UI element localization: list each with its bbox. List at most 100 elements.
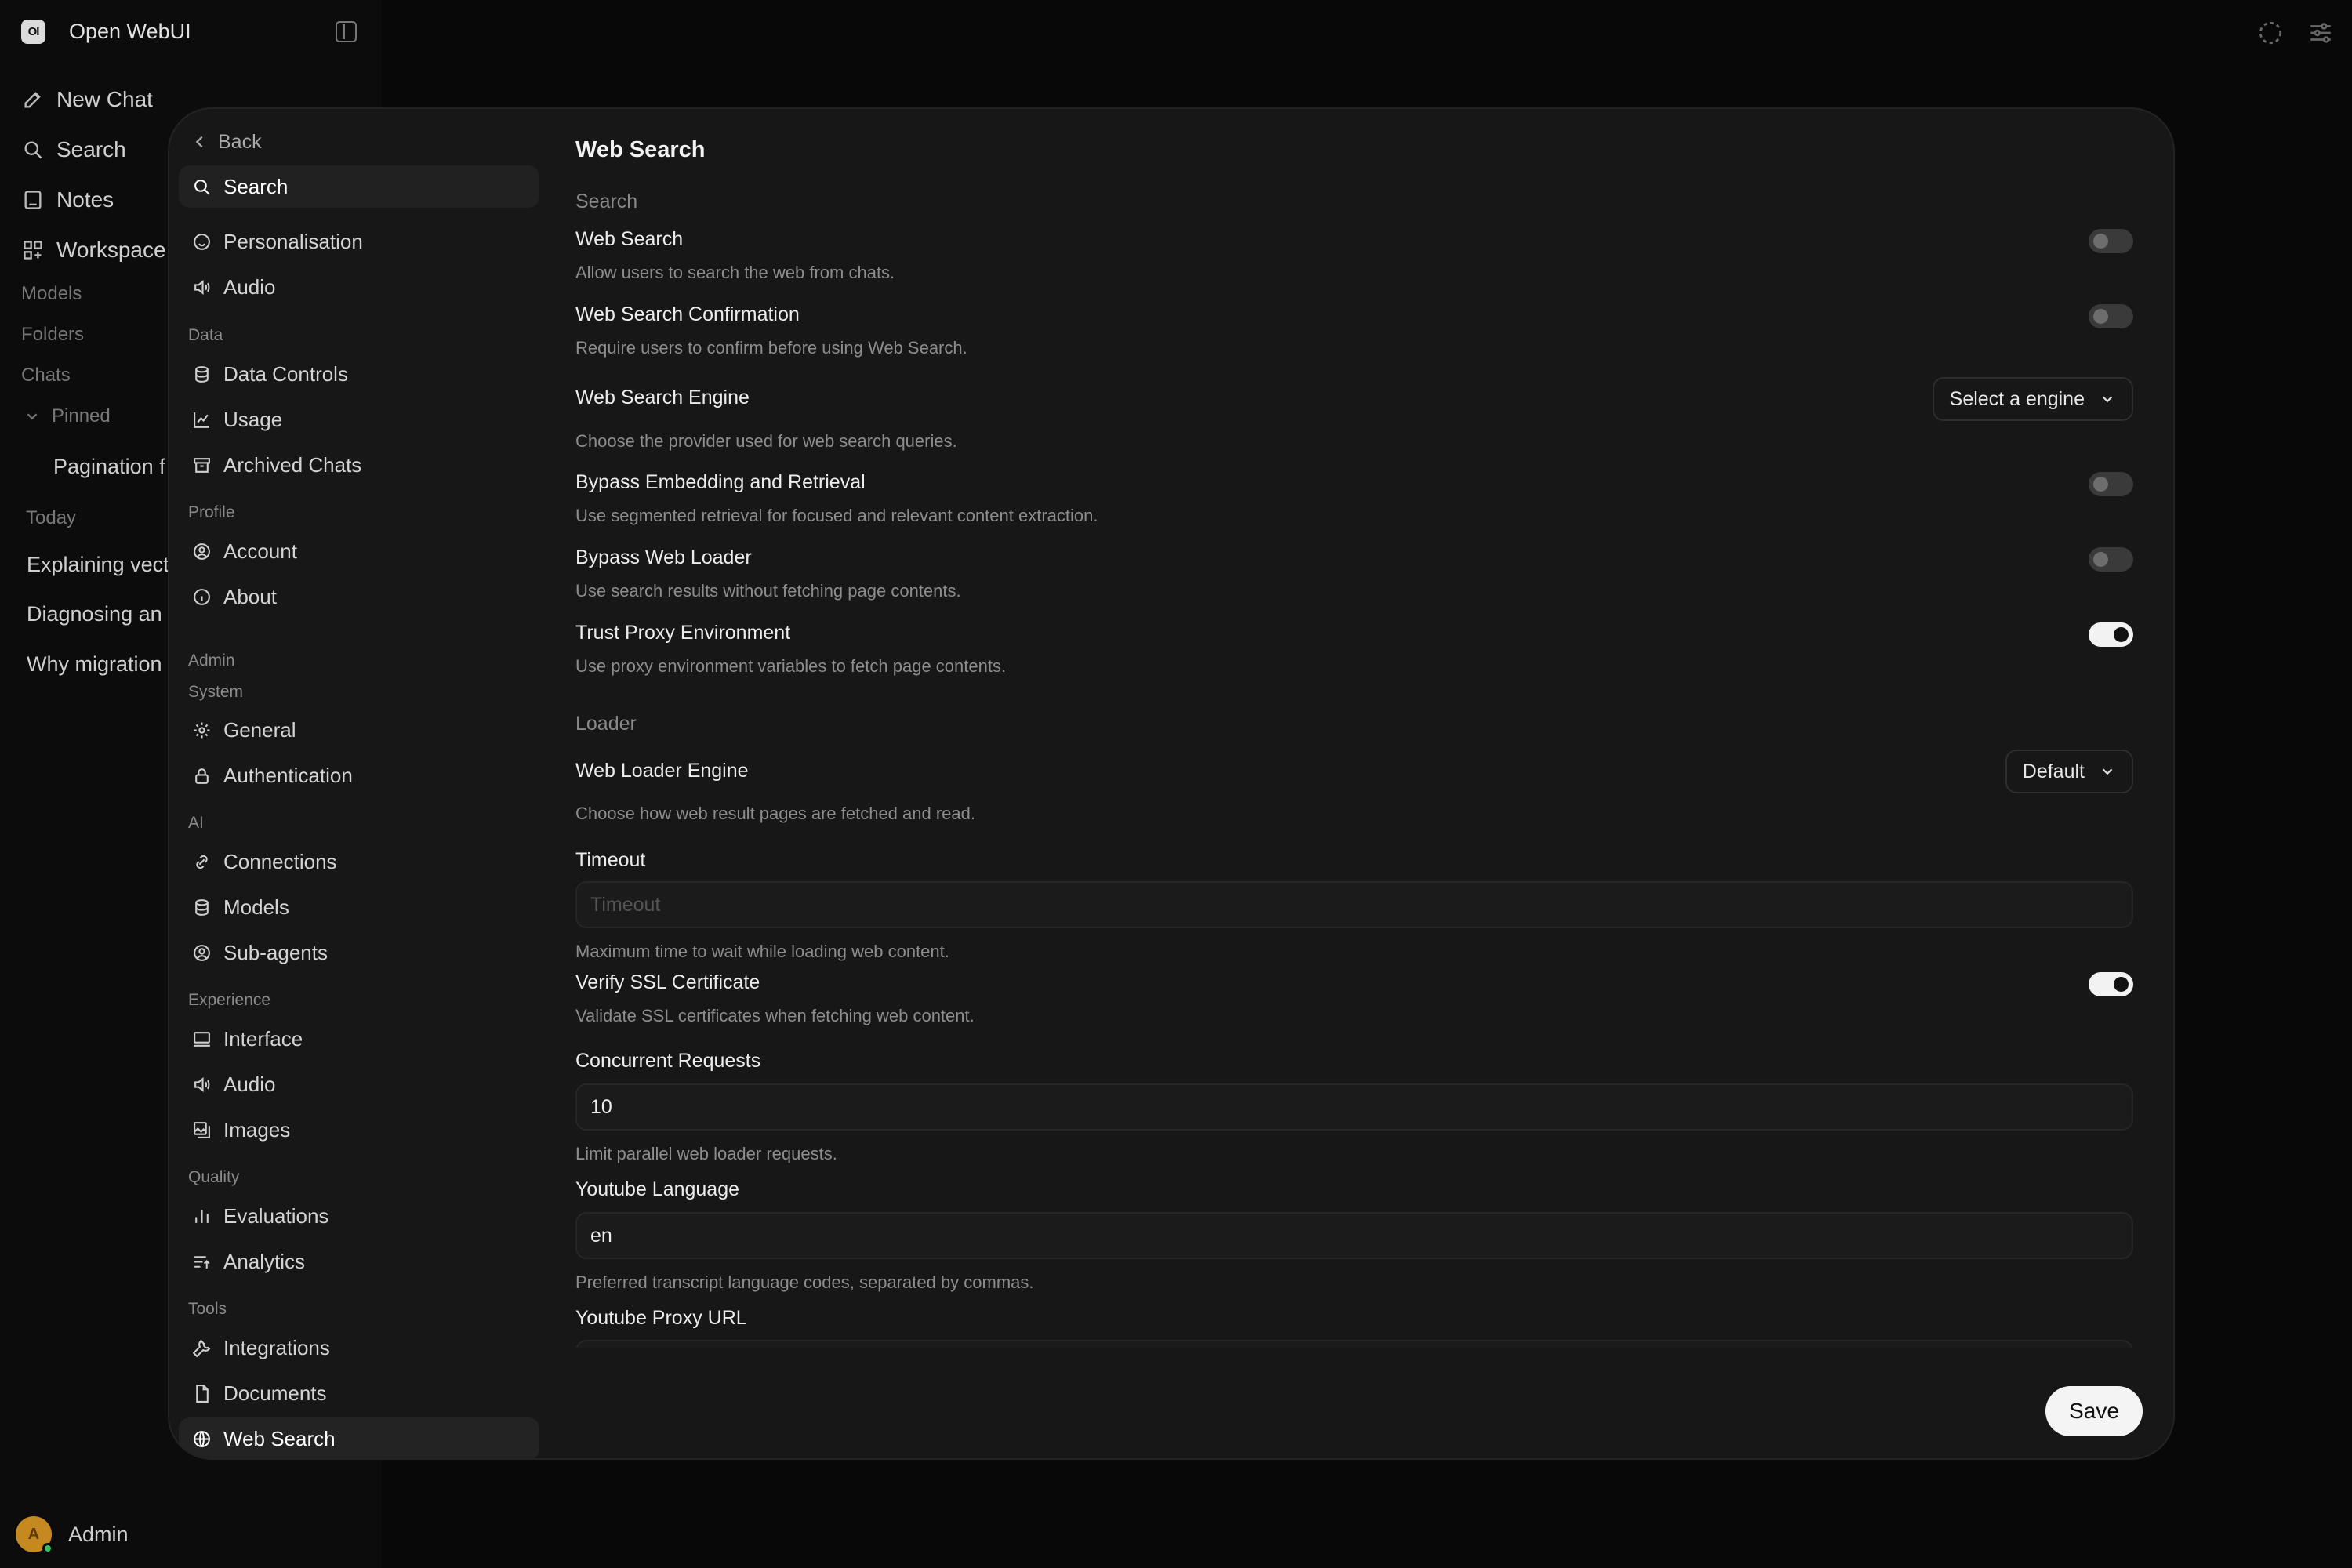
nav-item-usage[interactable]: Usage — [179, 398, 539, 441]
engine-desc: Choose the provider used for web search … — [575, 431, 957, 451]
confirmation-desc: Require users to confirm before using We… — [575, 338, 967, 358]
sliders-icon[interactable] — [2307, 19, 2335, 47]
nav-item-authentication[interactable]: Authentication — [179, 754, 539, 797]
nav-item-connections[interactable]: Connections — [179, 840, 539, 883]
trust-proxy-toggle[interactable] — [2089, 622, 2133, 647]
settings-scroll-area[interactable]: Web Search Search Web Search Allow users… — [575, 109, 2133, 1348]
nav-label: Audio — [223, 1072, 276, 1096]
timeout-input[interactable]: Timeout — [575, 881, 2133, 928]
nav-item-evaluations[interactable]: Evaluations — [179, 1195, 539, 1237]
nav-label: Web Search — [223, 1426, 336, 1450]
nav-label: Account — [223, 539, 297, 563]
nav-item-documents[interactable]: Documents — [179, 1372, 539, 1414]
settings-content: Web Search Search Web Search Allow users… — [544, 109, 2173, 1458]
bypass-loader-toggle[interactable] — [2089, 547, 2133, 572]
models-section[interactable]: Models — [21, 283, 82, 305]
nav-item-archived-chats[interactable]: Archived Chats — [179, 444, 539, 486]
pencil-icon — [21, 88, 45, 111]
concurrent-desc: Limit parallel web loader requests. — [575, 1144, 837, 1163]
loading-icon[interactable] — [2256, 19, 2285, 47]
nav-section-experience: Experience — [188, 991, 271, 1009]
nav-label: Integrations — [223, 1335, 330, 1359]
notes-label: Notes — [56, 187, 114, 212]
timeout-title: Timeout — [575, 849, 646, 871]
timeout-desc: Maximum time to wait while loading web c… — [575, 942, 949, 961]
monitor-icon — [191, 1028, 212, 1050]
nav-item-web-search[interactable]: Web Search — [179, 1417, 539, 1458]
brand-logo: OI — [21, 20, 45, 44]
save-button[interactable]: Save — [2045, 1386, 2143, 1436]
verify-ssl-toggle[interactable] — [2089, 972, 2133, 996]
nav-item-interface[interactable]: Interface — [179, 1018, 539, 1060]
chat-item[interactable]: Why migration — [27, 652, 162, 677]
nav-label: Interface — [223, 1026, 303, 1051]
youtube-proxy-input[interactable] — [575, 1340, 2133, 1348]
user-name: Admin — [68, 1522, 129, 1546]
nav-item-personalisation[interactable]: Personalisation — [179, 220, 539, 263]
back-label: Back — [218, 130, 262, 153]
nav-label: Documents — [223, 1381, 327, 1405]
concurrent-input[interactable]: 10 — [575, 1083, 2133, 1131]
nav-label: Data Controls — [223, 361, 348, 386]
nav-item-general[interactable]: General — [179, 709, 539, 751]
new-chat-button[interactable]: New Chat — [21, 74, 166, 125]
avatar: A — [16, 1516, 53, 1554]
youtube-language-input[interactable]: en — [575, 1212, 2133, 1259]
settings-nav: Back Search Personalisation Audio Data D… — [169, 109, 544, 1458]
sidebar-toggle-icon[interactable] — [336, 21, 357, 42]
nav-item-integrations[interactable]: Integrations — [179, 1327, 539, 1369]
document-icon — [191, 1382, 212, 1404]
nav-item-audio[interactable]: Audio — [179, 266, 539, 308]
nav-item-data-controls[interactable]: Data Controls — [179, 353, 539, 395]
nav-section-tools: Tools — [188, 1300, 227, 1318]
nav-label: Usage — [223, 407, 283, 431]
nav-item-models[interactable]: Models — [179, 886, 539, 928]
lock-icon — [191, 764, 212, 786]
nav-item-sub-agents[interactable]: Sub-agents — [179, 931, 539, 974]
bypass-embedding-desc: Use segmented retrieval for focused and … — [575, 506, 1098, 525]
back-button[interactable]: Back — [191, 125, 262, 159]
nav-section-admin: Admin — [188, 652, 235, 670]
chats-section[interactable]: Chats — [21, 365, 71, 387]
folders-section[interactable]: Folders — [21, 324, 84, 346]
nav-label: Analytics — [223, 1249, 306, 1273]
nav-label: Connections — [223, 849, 337, 873]
notes-button[interactable]: Notes — [21, 175, 166, 225]
online-status-dot — [42, 1543, 53, 1554]
database-icon — [191, 363, 212, 385]
settings-modal: Back Search Personalisation Audio Data D… — [168, 107, 2175, 1460]
settings-search[interactable]: Search — [179, 165, 539, 208]
pinned-section[interactable]: Pinned — [24, 405, 111, 427]
engine-select[interactable]: Select a engine — [1932, 377, 2133, 421]
nav-item-account[interactable]: Account — [179, 530, 539, 572]
confirmation-title: Web Search Confirmation — [575, 303, 800, 325]
engine-title: Web Search Engine — [575, 387, 750, 408]
app-brand[interactable]: OI Open WebUI — [21, 20, 191, 44]
nav-label: Personalisation — [223, 229, 363, 253]
youtube-proxy-title: Youtube Proxy URL — [575, 1307, 747, 1329]
web-search-toggle[interactable] — [2089, 229, 2133, 253]
nav-item-about[interactable]: About — [179, 575, 539, 618]
nav-item-images[interactable]: Images — [179, 1109, 539, 1151]
nav-section-system: System — [188, 683, 244, 701]
chat-item[interactable]: Explaining vect — [27, 553, 169, 577]
user-menu[interactable]: A Admin — [16, 1516, 129, 1554]
chevron-down-icon — [27, 413, 38, 420]
trust-proxy-desc: Use proxy environment variables to fetch… — [575, 656, 1007, 676]
section-loader: Loader — [575, 713, 637, 735]
chat-item[interactable]: Pagination f — [53, 455, 165, 479]
info-icon — [191, 586, 212, 608]
chat-item[interactable]: Diagnosing an — [27, 602, 162, 626]
bypass-embedding-title: Bypass Embedding and Retrieval — [575, 471, 866, 493]
verify-ssl-title: Verify SSL Certificate — [575, 971, 760, 993]
loader-engine-select[interactable]: Default — [2005, 750, 2133, 793]
avatar-initial: A — [27, 1525, 40, 1543]
bypass-embedding-toggle[interactable] — [2089, 472, 2133, 496]
nav-item-analytics[interactable]: Analytics — [179, 1240, 539, 1283]
nav-item-audio-admin[interactable]: Audio — [179, 1063, 539, 1105]
app-nav: New Chat Search Notes Workspace — [21, 74, 166, 275]
speaker-icon — [191, 1073, 212, 1095]
confirmation-toggle[interactable] — [2089, 304, 2133, 328]
workspace-button[interactable]: Workspace — [21, 225, 166, 275]
search-button[interactable]: Search — [21, 125, 166, 175]
